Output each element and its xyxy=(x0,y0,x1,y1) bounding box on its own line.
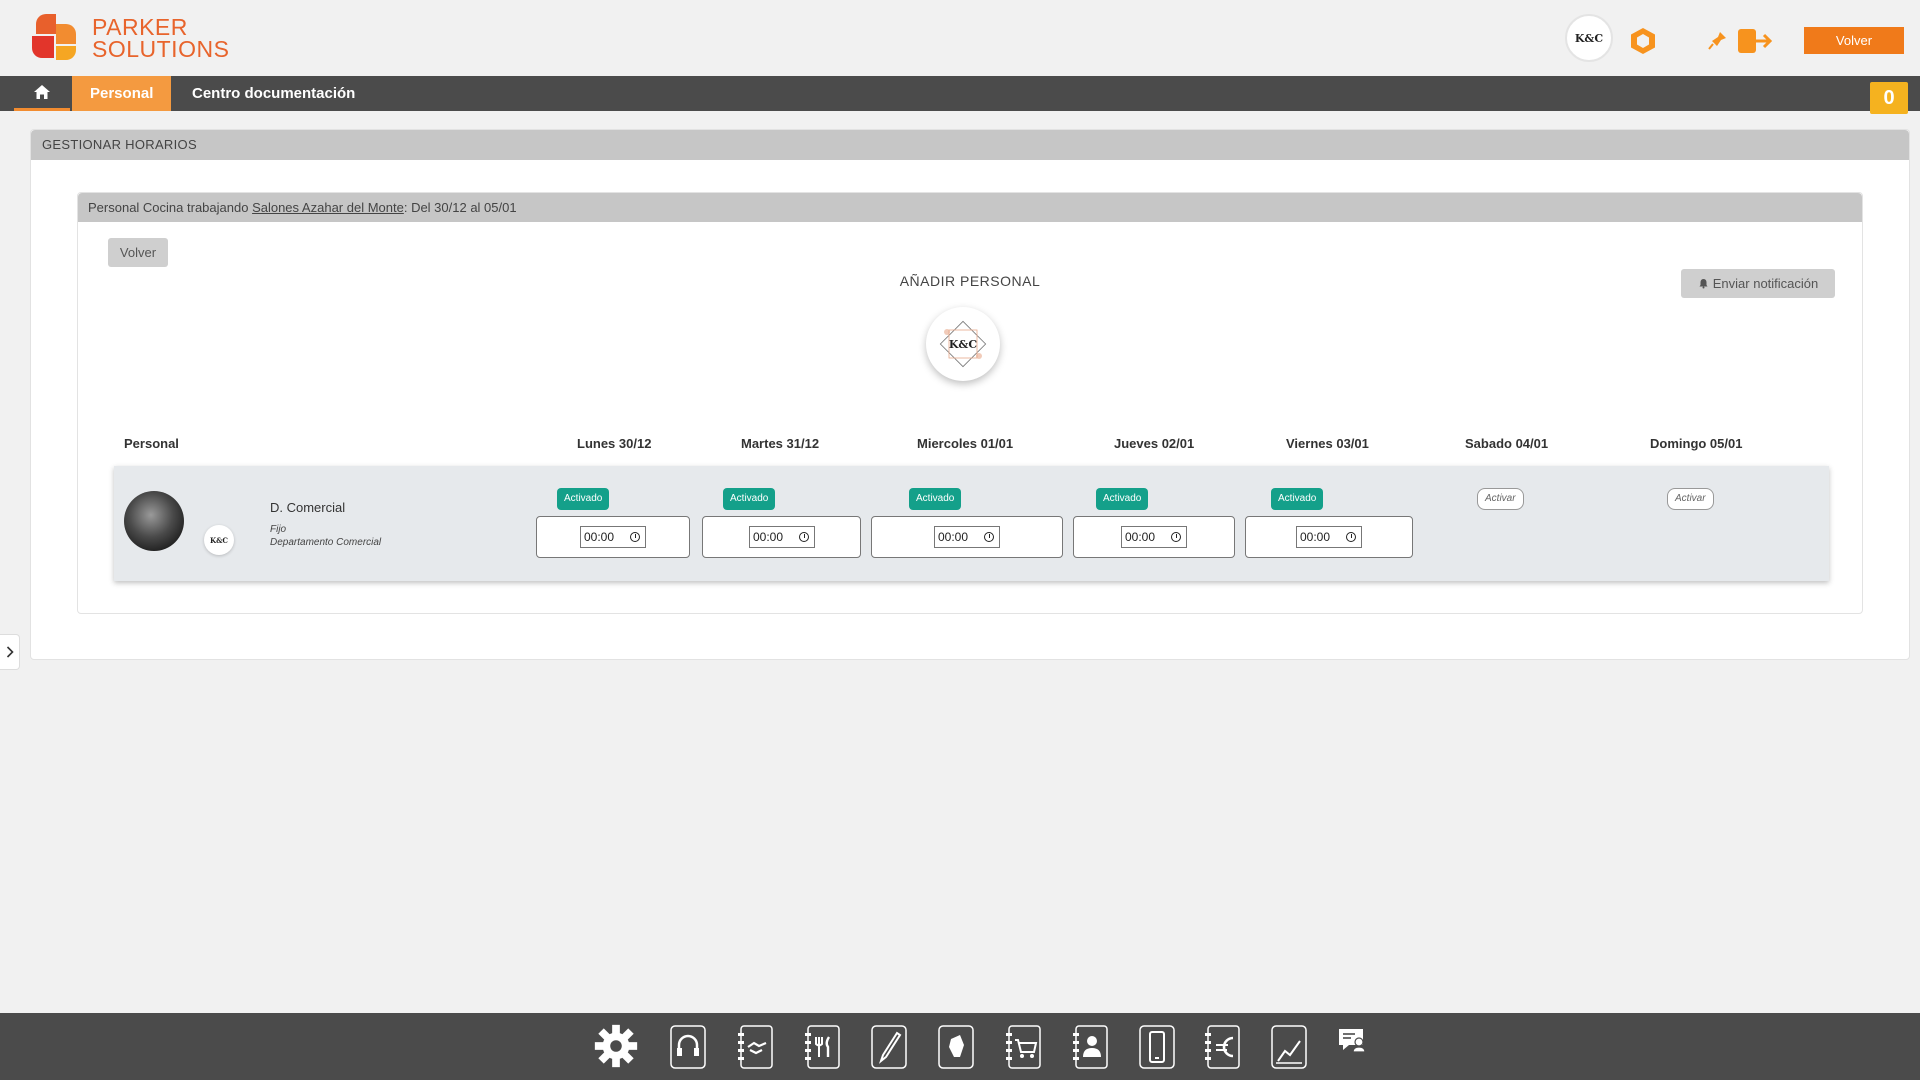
svg-text:K&C: K&C xyxy=(949,338,977,351)
col-header-lunes: Lunes 30/12 xyxy=(577,436,652,451)
cart-count-badge[interactable]: 0 xyxy=(1870,82,1908,114)
chart-icon[interactable] xyxy=(1271,1025,1307,1069)
employee-company-logo: K&C xyxy=(204,525,234,555)
time-box-jueves: 00:00 xyxy=(1073,516,1235,558)
euro-icon[interactable] xyxy=(1204,1025,1240,1069)
employee-contract-type: Fijo xyxy=(270,524,287,535)
pencil-icon[interactable] xyxy=(871,1025,907,1069)
bell-icon xyxy=(1699,279,1708,289)
col-header-jueves: Jueves 02/01 xyxy=(1114,436,1195,451)
add-personal-title: AÑADIR PERSONAL xyxy=(899,273,1041,289)
clock-icon xyxy=(630,532,640,542)
pin-icon[interactable] xyxy=(1706,30,1728,52)
time-box-lunes: 00:00 xyxy=(536,516,690,558)
home-icon xyxy=(34,85,50,99)
chat-user-icon[interactable] xyxy=(1337,1027,1367,1057)
add-personal-avatar[interactable]: K&C xyxy=(926,307,1000,381)
status-badge-martes[interactable]: Activado xyxy=(723,488,776,510)
logout-icon[interactable] xyxy=(1736,26,1774,56)
company-avatar[interactable]: K&C xyxy=(1565,14,1613,62)
card-volver-button[interactable]: Volver xyxy=(108,238,168,267)
time-input-jueves[interactable]: 00:00 xyxy=(1121,526,1187,548)
col-header-viernes: Viernes 03/01 xyxy=(1286,436,1369,451)
main-navbar: Personal Centro documentación xyxy=(0,76,1920,111)
col-header-domingo: Domingo 05/01 xyxy=(1650,436,1743,451)
hand-icon[interactable] xyxy=(938,1025,974,1069)
parker-logo-text: PARKER SOLUTIONS xyxy=(92,14,230,62)
time-box-martes: 00:00 xyxy=(702,516,861,558)
time-input-viernes[interactable]: 00:00 xyxy=(1296,526,1362,548)
time-input-lunes[interactable]: 00:00 xyxy=(580,526,646,548)
activate-button-sabado[interactable]: Activar xyxy=(1477,488,1524,510)
time-input-martes[interactable]: 00:00 xyxy=(749,526,815,548)
col-header-sabado: Sabado 04/01 xyxy=(1465,436,1549,451)
parker-logo-mark xyxy=(30,14,80,62)
schedule-card: Personal Cocina trabajando Salones Azaha… xyxy=(77,192,1863,614)
time-box-miercoles: 00:00 xyxy=(871,516,1063,558)
home-tab[interactable] xyxy=(14,76,70,111)
clock-icon xyxy=(1346,532,1356,542)
venue-link[interactable]: Salones Azahar del Monte xyxy=(252,200,404,215)
send-notification-button[interactable]: Enviar notificación xyxy=(1681,269,1835,298)
card-title-prefix: Personal Cocina trabajando xyxy=(88,200,253,215)
clock-icon xyxy=(799,532,809,542)
status-badge-viernes[interactable]: Activado xyxy=(1271,488,1324,510)
cart-icon[interactable] xyxy=(1005,1025,1041,1069)
gear-icon[interactable] xyxy=(590,1021,642,1071)
parker-logo[interactable]: PARKER SOLUTIONS xyxy=(30,14,229,62)
panel-title: GESTIONAR HORARIOS xyxy=(31,130,1909,160)
card-title: Personal Cocina trabajando Salones Azaha… xyxy=(78,193,1862,222)
handshake-icon[interactable] xyxy=(737,1025,773,1069)
top-header: PARKER SOLUTIONS K&C Volver xyxy=(0,0,1920,76)
sidebar-expand-toggle[interactable] xyxy=(0,634,20,670)
table-row: K&C D. Comercial Fijo Departamento Comer… xyxy=(114,466,1829,581)
chevron-right-icon xyxy=(6,646,14,658)
col-header-miercoles: Miercoles 01/01 xyxy=(917,436,1014,451)
employee-department: Departamento Comercial xyxy=(270,537,382,548)
bottom-dock xyxy=(0,1013,1920,1080)
clock-icon xyxy=(984,532,994,542)
employee-photo xyxy=(124,491,184,551)
status-badge-lunes[interactable]: Activado xyxy=(557,488,610,510)
hexagon-icon[interactable] xyxy=(1628,26,1658,56)
top-volver-button[interactable]: Volver xyxy=(1804,27,1904,54)
employee-name: D. Comercial xyxy=(270,500,346,515)
status-badge-miercoles[interactable]: Activado xyxy=(909,488,962,510)
col-header-personal: Personal xyxy=(124,436,179,451)
status-badge-jueves[interactable]: Activado xyxy=(1096,488,1149,510)
tab-centro-documentacion[interactable]: Centro documentación xyxy=(174,76,373,111)
clock-icon xyxy=(1171,532,1181,542)
send-notification-label: Enviar notificación xyxy=(1712,276,1819,291)
col-header-martes: Martes 31/12 xyxy=(741,436,820,451)
tab-personal[interactable]: Personal xyxy=(72,76,172,111)
activate-button-domingo[interactable]: Activar xyxy=(1667,488,1714,510)
mobile-icon[interactable] xyxy=(1139,1025,1175,1069)
cutlery-icon[interactable] xyxy=(804,1025,840,1069)
time-box-viernes: 00:00 xyxy=(1245,516,1413,558)
contacts-icon[interactable] xyxy=(1072,1025,1108,1069)
card-title-dates: : Del 30/12 al 05/01 xyxy=(403,200,517,215)
time-input-miercoles[interactable]: 00:00 xyxy=(934,526,1000,548)
gestionar-horarios-panel: GESTIONAR HORARIOS Personal Cocina traba… xyxy=(30,129,1910,660)
headset-icon[interactable] xyxy=(670,1025,706,1069)
